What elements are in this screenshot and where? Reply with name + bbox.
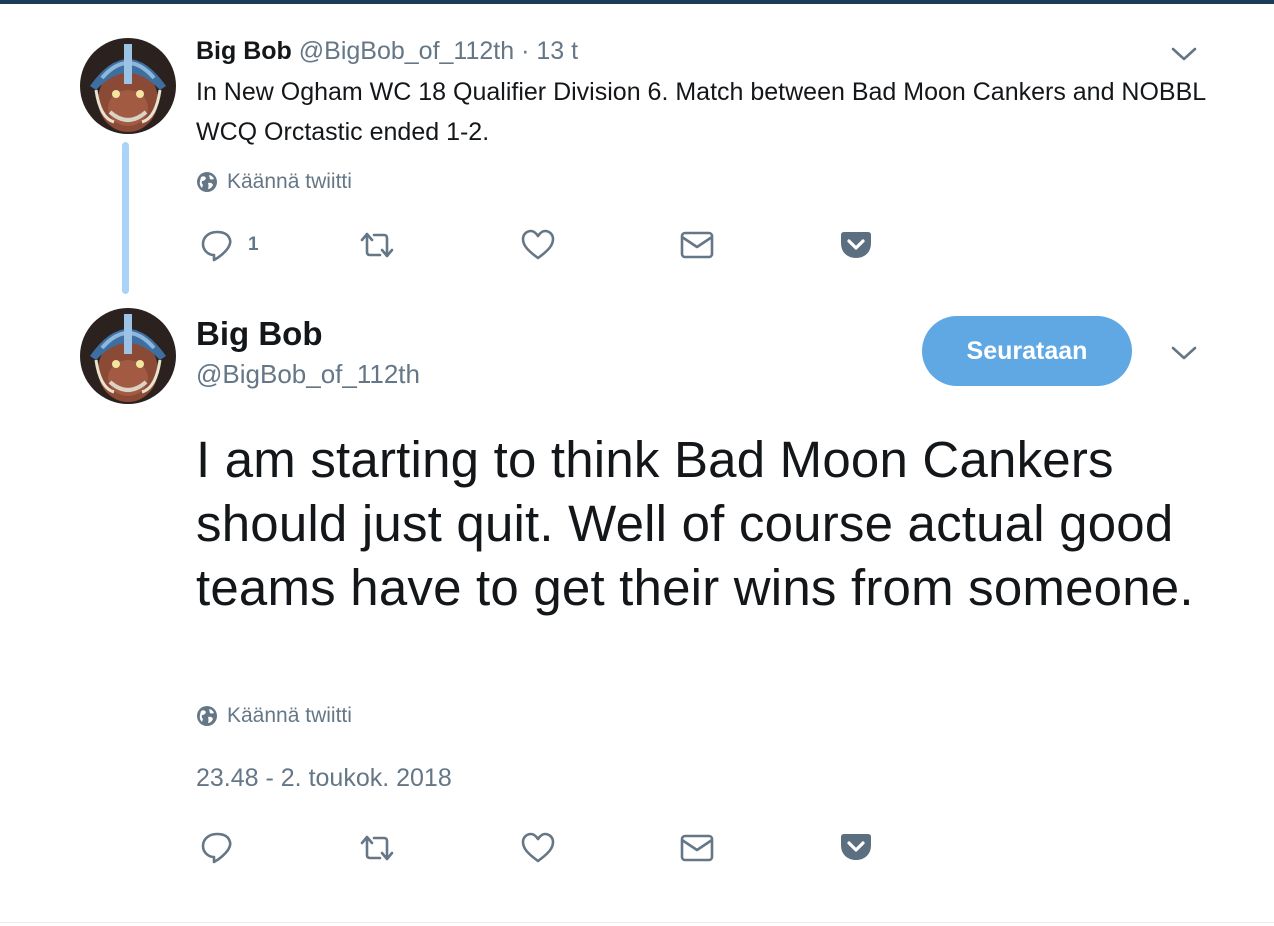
top-bar (0, 0, 1274, 4)
reply-button[interactable] (200, 830, 234, 864)
parent-tweet-header: Big Bob @BigBob_of_112th · 13 t (196, 34, 578, 68)
reply-button[interactable]: 1 (200, 228, 259, 262)
parent-tweet-text: In New Ogham WC 18 Qualifier Division 6.… (196, 78, 1206, 146)
reply-icon (201, 230, 232, 262)
like-icon (521, 229, 555, 260)
dm-button[interactable] (680, 834, 714, 862)
dm-icon (680, 231, 714, 259)
globe-icon (197, 706, 217, 726)
pocket-icon (841, 834, 871, 860)
reply-count: 1 (248, 234, 259, 255)
chevron-down-icon[interactable] (1170, 343, 1198, 363)
like-button[interactable] (521, 229, 555, 261)
translate-link[interactable]: Käännä twiitti (196, 168, 352, 196)
main-tweet-text: I am starting to think Bad Moon Cankers … (196, 431, 1194, 616)
avatar[interactable] (80, 38, 176, 134)
author-handle[interactable]: @BigBob_of_112th (196, 356, 420, 392)
avatar[interactable] (80, 308, 176, 404)
like-button[interactable] (521, 832, 555, 864)
reply-icon (201, 832, 232, 864)
chevron-down-icon[interactable] (1170, 44, 1198, 64)
thread-line (122, 142, 129, 294)
retweet-button[interactable] (358, 833, 396, 863)
author-handle[interactable]: @BigBob_of_112th (299, 37, 514, 65)
following-button[interactable]: Seurataan (922, 316, 1132, 386)
pocket-button[interactable] (839, 230, 873, 260)
pocket-icon (841, 232, 871, 258)
tweet-timestamp[interactable]: 23.48 - 2. toukok. 2018 (196, 760, 452, 796)
retweet-icon (360, 835, 394, 861)
dm-icon (680, 834, 714, 862)
retweet-button[interactable] (358, 230, 396, 260)
divider (0, 922, 1274, 923)
separator: · (521, 37, 530, 65)
tweet-time[interactable]: 13 t (536, 37, 578, 65)
dm-button[interactable] (680, 231, 714, 259)
author-name[interactable]: Big Bob (196, 314, 322, 354)
translate-label: Käännä twiitti (227, 170, 352, 193)
globe-icon (197, 172, 217, 192)
translate-link[interactable]: Käännä twiitti (196, 702, 352, 730)
like-icon (521, 832, 555, 863)
pocket-button[interactable] (839, 832, 873, 862)
retweet-icon (360, 232, 394, 258)
translate-label: Käännä twiitti (227, 704, 352, 727)
author-name[interactable]: Big Bob (196, 37, 292, 65)
